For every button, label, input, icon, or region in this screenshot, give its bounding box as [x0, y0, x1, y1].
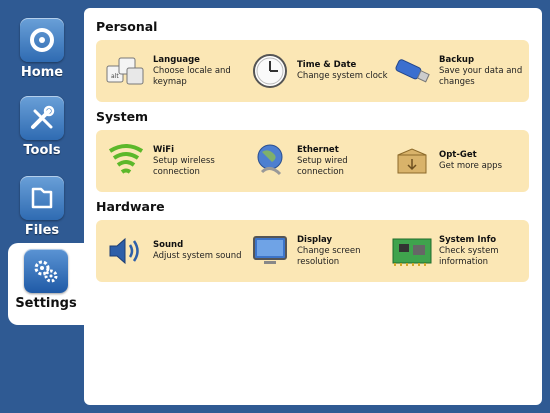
- files-icon: [20, 176, 64, 220]
- setting-backup[interactable]: Backup Save your data and changes: [390, 40, 530, 102]
- settings-icon: [24, 249, 68, 293]
- setting-system-info-title: System Info: [439, 234, 497, 245]
- setting-display-title: Display: [297, 234, 333, 245]
- speaker-icon: [104, 229, 148, 273]
- setting-language-title: Language: [153, 54, 200, 65]
- setting-ethernet-desc: Setup wired connection: [297, 155, 348, 177]
- nav-settings-label: Settings: [15, 296, 77, 311]
- nav-tools-label: Tools: [23, 143, 61, 158]
- setting-ethernet[interactable]: Ethernet Setup wired connection: [248, 130, 388, 192]
- settings-content: Personal alt Language Choose locale and …: [84, 8, 542, 405]
- setting-opt-get-desc: Get more apps: [439, 161, 502, 171]
- svg-text:alt: alt: [111, 73, 119, 80]
- panel-system: WiFi Setup wireless connection Ethernet …: [96, 130, 529, 192]
- monitor-icon: [248, 229, 292, 273]
- setting-time-date-title: Time & Date: [297, 60, 357, 70]
- nav-files[interactable]: Files: [0, 170, 84, 250]
- setting-wifi-title: WiFi: [153, 144, 175, 155]
- section-title-hardware: Hardware: [96, 199, 165, 214]
- nav-files-label: Files: [24, 223, 60, 238]
- section-title-system: System: [96, 109, 149, 124]
- setting-wifi-desc: Setup wireless connection: [153, 155, 215, 177]
- setting-backup-title: Backup: [439, 54, 475, 65]
- setting-display-desc: Change screen resolution: [297, 245, 361, 267]
- wifi-icon: [104, 139, 148, 183]
- ethernet-globe-icon: [248, 139, 292, 183]
- setting-language[interactable]: alt Language Choose locale and keymap: [104, 40, 244, 102]
- setting-wifi[interactable]: WiFi Setup wireless connection: [104, 130, 244, 192]
- tools-icon: [20, 96, 64, 140]
- setting-language-desc: Choose locale and keymap: [153, 65, 231, 87]
- setting-system-info-desc: Check system information: [439, 245, 499, 267]
- nav-home-label: Home: [20, 65, 64, 80]
- setting-sound[interactable]: Sound Adjust system sound: [104, 220, 244, 282]
- setting-system-info[interactable]: System Info Check system information: [390, 220, 530, 282]
- setting-time-date[interactable]: Time & Date Change system clock: [248, 40, 388, 102]
- setting-sound-title: Sound: [153, 240, 184, 250]
- keyboard-icon: alt: [104, 49, 148, 93]
- circuit-board-icon: [390, 229, 434, 273]
- usb-drive-icon: [390, 49, 434, 93]
- setting-opt-get[interactable]: Opt-Get Get more apps: [390, 130, 530, 192]
- sidebar: Home Tools Files Settings: [0, 0, 84, 413]
- home-icon: [20, 18, 64, 62]
- setting-backup-desc: Save your data and changes: [439, 65, 523, 87]
- setting-time-date-desc: Change system clock: [297, 71, 388, 81]
- nav-settings[interactable]: Settings: [8, 243, 84, 325]
- nav-tools[interactable]: Tools: [0, 90, 84, 170]
- panel-personal: alt Language Choose locale and keymap Ti…: [96, 40, 529, 102]
- nav-home[interactable]: Home: [0, 12, 84, 92]
- setting-ethernet-title: Ethernet: [297, 144, 339, 155]
- setting-opt-get-title: Opt-Get: [439, 150, 477, 160]
- panel-hardware: Sound Adjust system sound Display Change…: [96, 220, 529, 282]
- package-icon: [390, 139, 434, 183]
- clock-icon: [248, 49, 292, 93]
- setting-display[interactable]: Display Change screen resolution: [248, 220, 388, 282]
- setting-sound-desc: Adjust system sound: [153, 251, 242, 261]
- section-title-personal: Personal: [96, 19, 158, 34]
